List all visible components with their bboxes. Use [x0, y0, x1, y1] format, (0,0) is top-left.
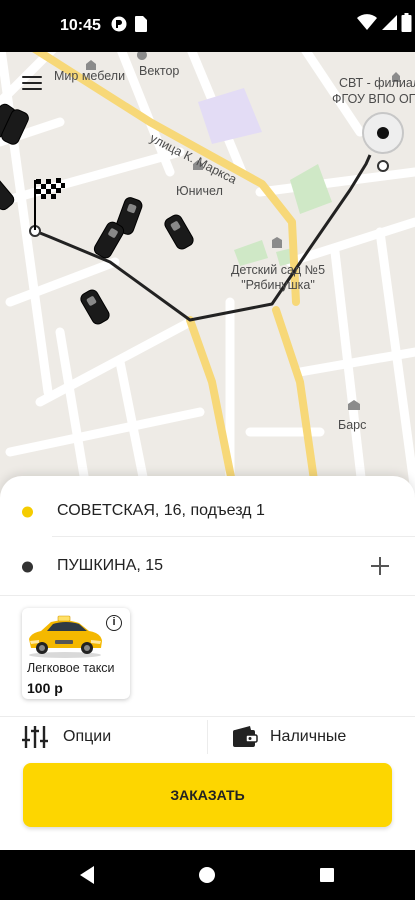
map-graphic — [0, 52, 415, 512]
options-label: Опции — [63, 728, 112, 745]
taxi-car-image — [29, 615, 102, 658]
pickup-address-row[interactable]: СОВЕТСКАЯ, 16, подъезд 1 — [0, 483, 415, 541]
status-bar: 10:45 — [0, 0, 415, 52]
payment-method-label: Наличные — [270, 728, 347, 745]
back-icon[interactable] — [78, 865, 96, 885]
map-label-vektor: Вектор — [139, 64, 180, 78]
system-navigation-bar — [0, 850, 415, 900]
map-label-kindergarten-line2: "Рябинушка" — [241, 278, 315, 292]
info-icon[interactable]: i — [106, 615, 122, 631]
divider — [52, 536, 415, 537]
map-label-branch-line2: ФГОУ ВПО ОГ — [332, 92, 415, 106]
map-label-yunichel: Юничел — [176, 184, 223, 198]
order-panel: СОВЕТСКАЯ, 16, подъезд 1 ПУШКИНА, 15 i Л… — [0, 476, 415, 850]
wallet-icon — [233, 726, 258, 747]
status-time: 10:45 — [60, 17, 101, 34]
recents-icon[interactable] — [318, 865, 336, 885]
options-button[interactable]: Опции — [0, 718, 205, 756]
car-icon — [93, 221, 125, 259]
destination-dot-icon — [22, 561, 33, 573]
destination-address[interactable]: ПУШКИНА, 15 — [57, 557, 163, 575]
menu-button[interactable] — [22, 72, 54, 98]
sim-card-icon — [135, 16, 147, 32]
payment-method-button[interactable]: Наличные — [208, 718, 415, 756]
tariff-card-passenger-taxi[interactable]: i Легковое такси 100 р — [22, 608, 130, 699]
wifi-icon — [357, 14, 377, 30]
car-icon — [80, 289, 110, 325]
divider — [0, 716, 415, 717]
map-label-kindergarten-line1: Детский сад №5 — [230, 263, 326, 277]
cellular-signal-icon — [382, 15, 397, 30]
pickup-dot-icon — [22, 506, 33, 518]
map-label-branch-line1: СВТ - филиал — [339, 76, 415, 90]
add-stop-plus-icon[interactable] — [369, 555, 391, 577]
destination-address-row[interactable]: ПУШКИНА, 15 — [0, 538, 415, 596]
home-icon[interactable] — [198, 865, 216, 885]
poi-icon — [136, 52, 147, 60]
map-label-bars: Барс — [338, 418, 367, 432]
battery-icon — [401, 13, 412, 32]
tariff-price: 100 р — [27, 680, 63, 696]
car-icon — [164, 214, 194, 250]
map-label-furniture-world: Мир мебели — [54, 69, 126, 83]
data-saver-icon — [111, 16, 127, 32]
destination-pin-icon — [362, 112, 404, 154]
tariff-name: Легковое такси — [27, 661, 115, 675]
route-end-dot — [377, 160, 389, 172]
map[interactable]: Мир мебели Вектор улица К. Маркса Юничел… — [0, 52, 415, 512]
order-button[interactable]: ЗАКАЗАТЬ — [23, 763, 392, 827]
sliders-icon — [22, 726, 48, 748]
status-avatar — [14, 8, 50, 46]
school-poi-icon — [272, 237, 282, 248]
park-1 — [290, 164, 332, 214]
pickup-address[interactable]: СОВЕТСКАЯ, 16, подъезд 1 — [57, 502, 265, 520]
divider — [0, 595, 415, 596]
